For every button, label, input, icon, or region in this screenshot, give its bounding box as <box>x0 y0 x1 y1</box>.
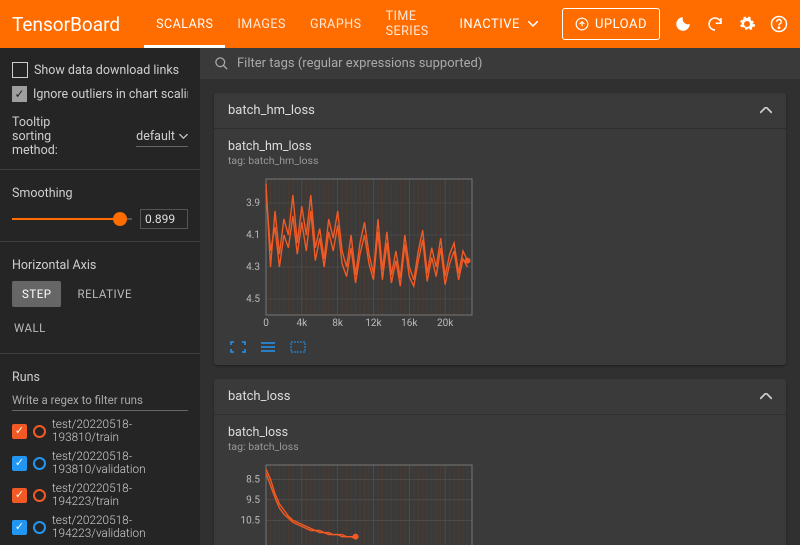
fullscreen-icon[interactable] <box>228 339 248 355</box>
axis-relative-button[interactable]: RELATIVE <box>67 281 142 307</box>
checkbox-download-links[interactable] <box>12 62 28 78</box>
tooltip-sort-label: Tooltip sorting method: <box>12 116 92 157</box>
tooltip-sort-value: default <box>136 129 175 144</box>
runs-list: ✓ test/20220518-193810/train ✓ test/2022051… <box>0 415 200 543</box>
chart-title: batch_loss <box>228 425 772 440</box>
tab-timeseries[interactable]: TIME SERIES <box>374 0 450 48</box>
smoothing-slider[interactable] <box>12 218 132 220</box>
svg-text:8.5: 8.5 <box>246 474 260 485</box>
list-icon[interactable] <box>258 339 278 355</box>
svg-text:4.1: 4.1 <box>246 230 260 241</box>
svg-text:9.5: 9.5 <box>246 495 260 506</box>
run-row: ✓ test/20220518-193810/validation <box>0 447 200 479</box>
refresh-icon[interactable] <box>706 15 724 33</box>
card-batch-hm-loss: batch_hm_loss batch_hm_loss tag: batch_h… <box>214 93 786 365</box>
chart-tag: tag: batch_hm_loss <box>228 154 772 167</box>
tab-images[interactable]: IMAGES <box>225 0 298 48</box>
run-label: test/20220518-194223/validation <box>52 514 188 540</box>
run-checkbox[interactable]: ✓ <box>12 520 27 535</box>
chart-title: batch_hm_loss <box>228 139 772 154</box>
app-logo: TensorBoard <box>12 13 120 36</box>
search-icon <box>214 56 229 71</box>
run-row: ✓ test/20220518-194223/train <box>0 479 200 511</box>
svg-text:20k: 20k <box>437 318 454 329</box>
chevron-up-icon <box>760 393 772 400</box>
horizontal-axis-label: Horizontal Axis <box>0 250 200 277</box>
run-row: ✓ test/20220518-193810/train <box>0 415 200 447</box>
svg-text:4k: 4k <box>296 318 308 329</box>
chevron-down-icon <box>528 21 538 27</box>
axis-step-button[interactable]: STEP <box>12 281 61 307</box>
sidebar: Show data download links ✓ Ignore outlie… <box>0 48 200 545</box>
run-row: ✓ test/20220518-194223/validation <box>0 511 200 543</box>
card-header-title: batch_loss <box>228 389 290 404</box>
theme-icon[interactable] <box>674 15 692 33</box>
card-header[interactable]: batch_hm_loss <box>214 93 786 129</box>
run-label: test/20220518-193810/validation <box>52 450 188 476</box>
chart-batch-loss[interactable]: 10.5 9.5 8.5 <box>228 459 772 545</box>
svg-text:10.5: 10.5 <box>241 515 261 526</box>
status-dropdown[interactable]: INACTIVE <box>449 17 548 32</box>
run-color-circle[interactable] <box>33 425 46 438</box>
tab-graphs[interactable]: GRAPHS <box>298 0 374 48</box>
upload-icon <box>575 17 589 31</box>
chevron-down-icon <box>179 134 188 139</box>
content: Filter tags (regular expressions support… <box>200 48 800 545</box>
svg-text:3.9: 3.9 <box>246 198 260 209</box>
run-label: test/20220518-194223/train <box>52 482 188 508</box>
smoothing-value[interactable]: 0.899 <box>140 209 188 229</box>
gear-icon[interactable] <box>738 15 756 33</box>
run-label: test/20220518-193810/train <box>52 418 188 444</box>
upload-button[interactable]: UPLOAD <box>562 8 660 40</box>
chart-batch-hm-loss[interactable]: 4.5 4.3 4.1 3.9 0 4k 8k 12k 16k 20k <box>228 173 772 333</box>
run-checkbox[interactable]: ✓ <box>12 424 27 439</box>
topbar: TensorBoard SCALARS IMAGES GRAPHS TIME S… <box>0 0 800 48</box>
run-checkbox[interactable]: ✓ <box>12 456 27 471</box>
help-icon[interactable] <box>770 15 788 33</box>
status-dropdown-label: INACTIVE <box>459 17 520 32</box>
nav-tabs: SCALARS IMAGES GRAPHS TIME SERIES <box>144 0 449 48</box>
filter-input[interactable]: Filter tags (regular expressions support… <box>237 56 482 71</box>
chart-tag: tag: batch_loss <box>228 440 772 453</box>
card-header-title: batch_hm_loss <box>228 103 315 118</box>
tooltip-sort-dropdown[interactable]: default <box>136 127 188 147</box>
svg-text:8k: 8k <box>332 318 344 329</box>
run-color-circle[interactable] <box>33 489 46 502</box>
runs-label: Runs <box>0 362 200 389</box>
fit-icon[interactable] <box>288 339 308 355</box>
svg-text:12k: 12k <box>365 318 382 329</box>
svg-text:16k: 16k <box>401 318 418 329</box>
run-color-circle[interactable] <box>33 521 46 534</box>
svg-text:4.5: 4.5 <box>246 294 260 305</box>
runs-filter-input[interactable]: Write a regex to filter runs <box>12 393 188 411</box>
checkbox-ignore-outliers[interactable]: ✓ <box>12 86 27 102</box>
card-header[interactable]: batch_loss <box>214 379 786 415</box>
run-color-circle[interactable] <box>33 457 46 470</box>
tab-scalars[interactable]: SCALARS <box>144 0 225 48</box>
upload-label: UPLOAD <box>595 17 647 32</box>
label-ignore-outliers: Ignore outliers in chart scaling <box>33 87 188 102</box>
topbar-right: INACTIVE UPLOAD <box>449 8 788 40</box>
svg-text:0: 0 <box>263 318 269 329</box>
label-download-links: Show data download links <box>34 63 179 78</box>
smoothing-label: Smoothing <box>0 178 200 205</box>
chevron-up-icon <box>760 107 772 114</box>
svg-text:4.3: 4.3 <box>246 262 260 273</box>
axis-wall-button[interactable]: WALL <box>12 315 56 341</box>
card-batch-loss: batch_loss batch_loss tag: batch_loss 10… <box>214 379 786 545</box>
filter-bar: Filter tags (regular expressions support… <box>200 48 800 79</box>
run-checkbox[interactable]: ✓ <box>12 488 27 503</box>
